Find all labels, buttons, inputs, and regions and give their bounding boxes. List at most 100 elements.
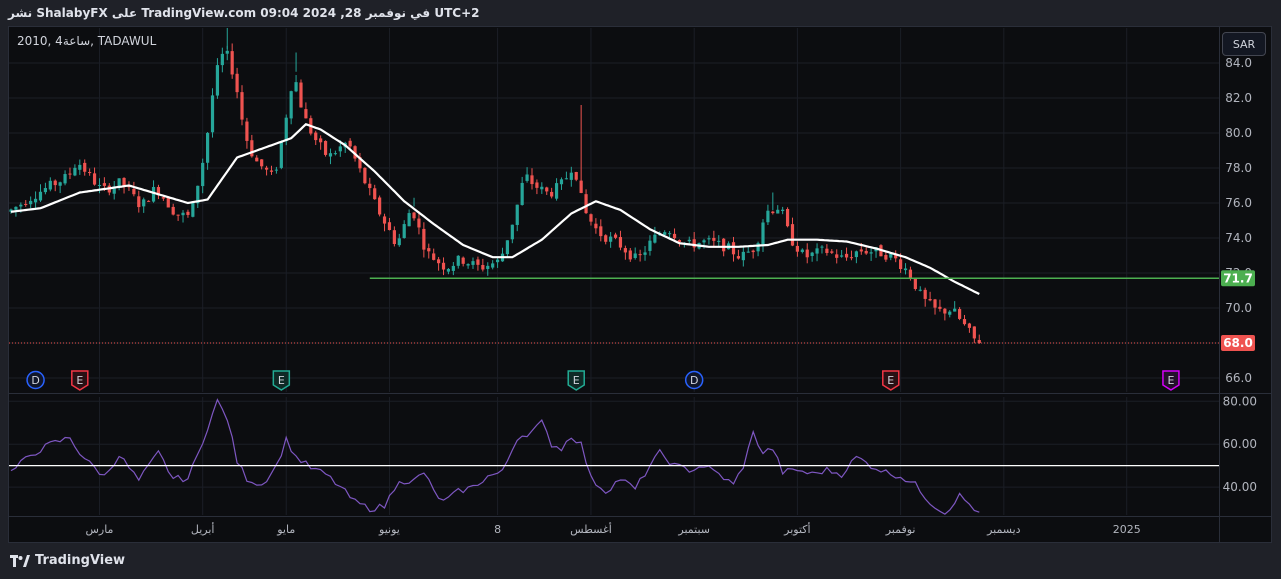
candle-body (299, 82, 303, 108)
candle-body (245, 121, 249, 141)
candle-body (957, 309, 962, 319)
candle (264, 165, 269, 176)
candle (849, 250, 854, 261)
candle (766, 204, 770, 226)
candle-body (363, 167, 367, 184)
candle (761, 219, 765, 252)
candle-body (171, 206, 175, 215)
candle-body (19, 204, 23, 207)
candle (938, 299, 942, 312)
candle-body (240, 92, 244, 120)
candle (397, 233, 401, 247)
candle (68, 167, 72, 179)
brand-label: TradingView (35, 553, 126, 568)
candle (943, 307, 947, 321)
candle (323, 140, 328, 157)
candle-body (495, 259, 500, 263)
candle-body (554, 183, 559, 199)
candle-body (731, 242, 736, 255)
candle-body (382, 216, 387, 224)
candle-body (545, 187, 549, 192)
candle (869, 248, 873, 261)
moving-average (10, 123, 980, 295)
candle (92, 167, 97, 186)
price-tick-label: 70.0 (1225, 301, 1252, 315)
candle (830, 249, 834, 255)
event-marker-dividend-past[interactable]: D (684, 370, 704, 390)
candle-body (550, 191, 554, 197)
candle-body (953, 308, 957, 312)
candle (574, 171, 578, 182)
candle-body (913, 278, 917, 290)
candle (456, 255, 460, 269)
candle-body (776, 209, 780, 214)
candle-body (643, 252, 647, 255)
candle (692, 232, 696, 252)
candle (73, 164, 77, 177)
candle-body (820, 246, 824, 248)
candle-body (810, 252, 814, 256)
candle (668, 231, 672, 238)
candle (643, 246, 647, 261)
candle (486, 262, 490, 276)
candle-body (604, 235, 608, 242)
candle-body (589, 214, 593, 222)
time-tick-label: أكتوبر (783, 522, 810, 536)
support-price-tag-label: 71.7 (1223, 271, 1253, 285)
event-marker-earnings-miss[interactable]: E (71, 370, 89, 391)
candle (972, 326, 976, 344)
time-tick-label: مارس (85, 523, 113, 536)
candle-body (279, 141, 283, 168)
event-marker-dividend-past[interactable]: D (26, 370, 45, 390)
candle-body (33, 198, 38, 203)
candle-body (648, 240, 652, 251)
rsi-pane (9, 398, 1219, 515)
candle-body (304, 109, 308, 119)
candle-body (628, 250, 632, 260)
tradingview-brand: TradingView (10, 553, 125, 568)
candle-body (623, 248, 627, 253)
candle (726, 241, 731, 250)
candle-body (264, 167, 269, 170)
time-tick-label: يونيو (378, 523, 400, 536)
candle-body (215, 65, 220, 96)
candle (530, 168, 534, 190)
candle-body (476, 259, 480, 265)
candle-body (903, 268, 908, 271)
chart-canvas[interactable]: DEEEDEE 84.082.080.078.076.074.072.070.0… (0, 0, 1281, 579)
candle-body (68, 173, 72, 175)
candle (240, 85, 244, 126)
candle (112, 180, 116, 200)
candle-body (584, 194, 588, 214)
event-marker-earnings-miss[interactable]: E (882, 370, 900, 391)
candle (43, 182, 48, 195)
currency-button[interactable]: SAR (1222, 32, 1266, 56)
candle-body (88, 172, 92, 174)
event-marker-earnings-beat[interactable]: E (567, 370, 585, 391)
candle (382, 213, 387, 232)
candle (589, 213, 593, 226)
price-tick-label: 80.0 (1225, 126, 1252, 140)
candle-body (486, 265, 490, 269)
candle (117, 178, 121, 191)
time-tick-label: مايو (276, 523, 295, 536)
candle (255, 155, 259, 162)
candle (672, 228, 677, 240)
event-marker-earnings-upcoming[interactable]: E (1162, 370, 1180, 391)
candle (181, 210, 185, 223)
moving-average-line (10, 123, 980, 295)
candle (63, 170, 67, 186)
candle-body (338, 146, 342, 152)
price-tick-label: 78.0 (1225, 161, 1252, 175)
candle-body (191, 201, 195, 217)
candle-body (761, 222, 765, 245)
candle-body (746, 251, 750, 253)
rsi-line (10, 398, 980, 515)
candle (363, 167, 367, 185)
event-marker-earnings-beat[interactable]: E (272, 370, 291, 391)
candle (795, 241, 799, 257)
candle-body (432, 253, 436, 260)
candle-body (672, 233, 677, 239)
candle (476, 256, 480, 271)
candle-body (151, 186, 156, 202)
